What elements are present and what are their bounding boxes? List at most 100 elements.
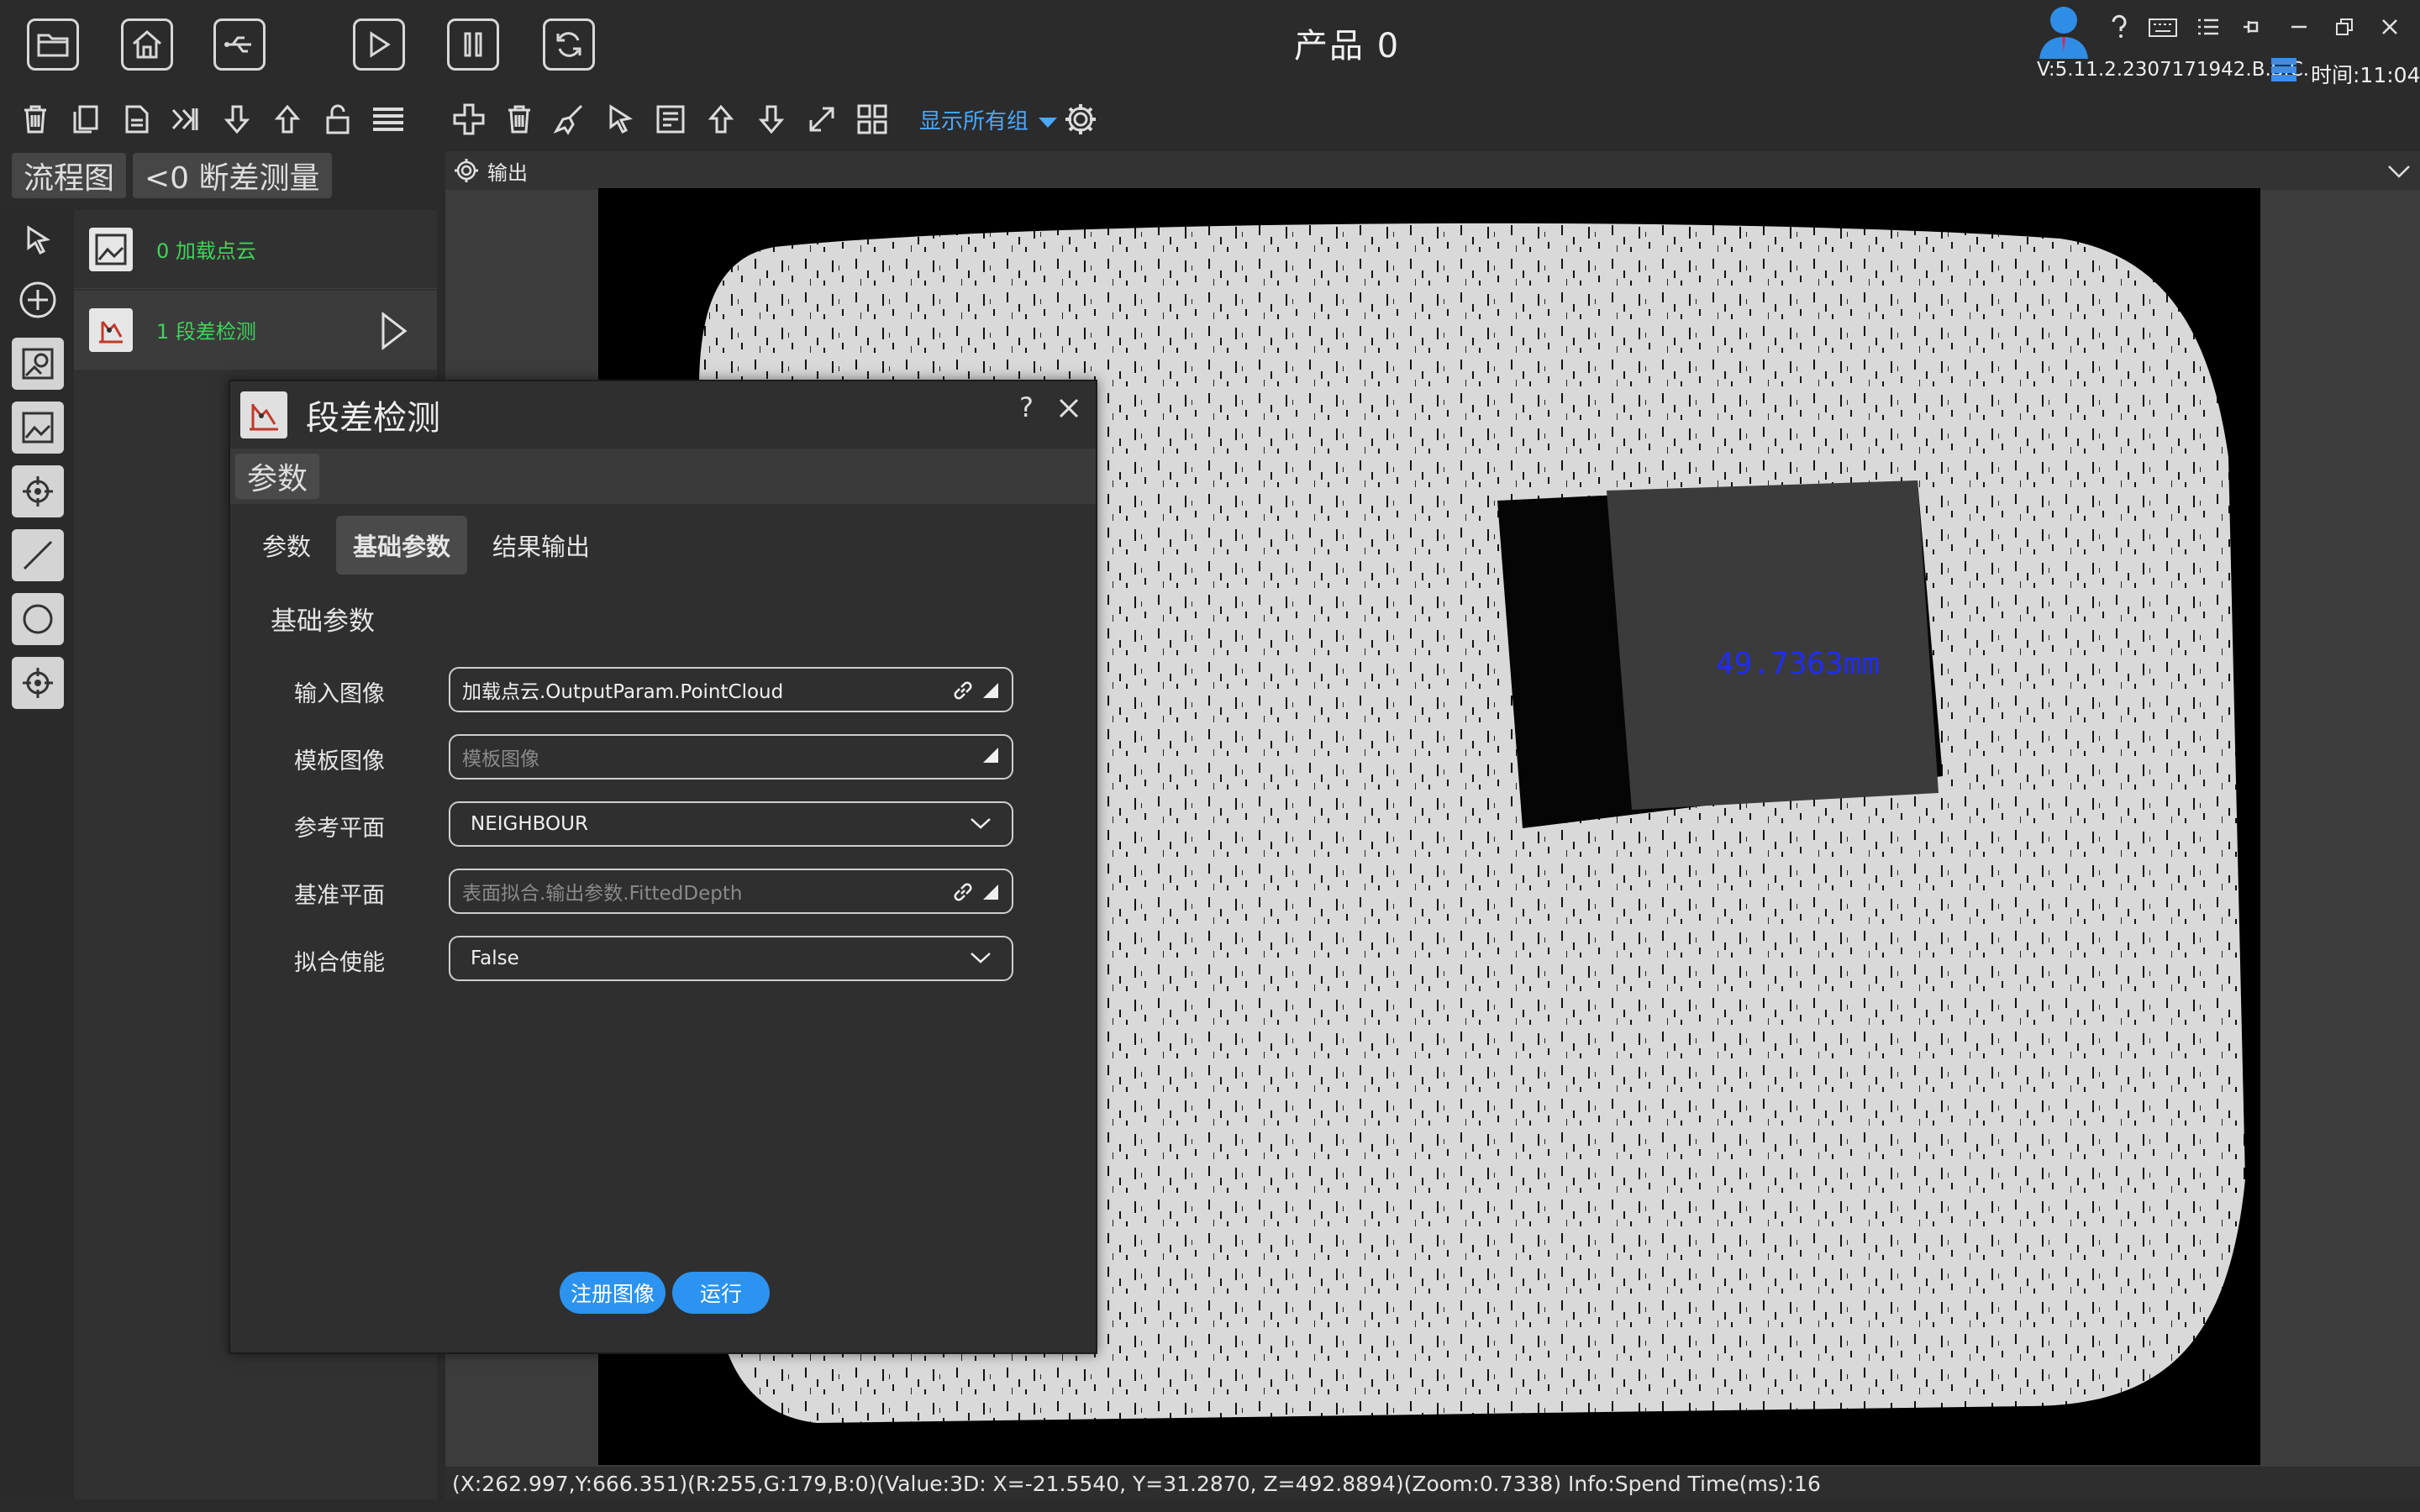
flow-item-step-detection[interactable]: 1 段差检测 — [74, 291, 437, 370]
run-button[interactable] — [353, 18, 405, 71]
locate-tool[interactable] — [12, 465, 64, 517]
group-dropdown-label: 显示所有组 — [919, 109, 1029, 134]
help-button[interactable] — [2104, 12, 2134, 42]
base-plane-field[interactable]: 表面拟合.输出参数.FittedDepth — [449, 869, 1013, 914]
window-title: 产品 0 — [1294, 27, 1401, 66]
play-icon — [370, 31, 391, 58]
params-group-label: 参数 — [235, 454, 320, 499]
settings-button[interactable] — [1060, 99, 1101, 139]
dialog-help-button[interactable]: ? — [1019, 391, 1034, 423]
dialog-title: 段差检测 — [306, 399, 440, 438]
flow-item-label: 0 加载点云 — [156, 239, 256, 263]
step-detect-icon — [240, 391, 287, 438]
form-icon — [656, 105, 685, 134]
link-icon[interactable] — [951, 880, 975, 904]
pause-button[interactable] — [447, 18, 499, 71]
chevron-down-icon[interactable] — [2386, 163, 2412, 180]
pause-icon — [464, 32, 482, 57]
delete-button[interactable] — [15, 99, 55, 139]
delete-shape-button[interactable] — [499, 99, 539, 139]
run-step-button[interactable] — [378, 311, 408, 354]
broom-icon — [553, 104, 583, 135]
measurement-label: 49.7363mm — [1716, 647, 1881, 681]
grid-button[interactable] — [852, 99, 892, 139]
clear-button[interactable] — [550, 99, 590, 139]
group-dropdown[interactable]: 显示所有组 — [919, 104, 1058, 135]
template-image-field[interactable]: 模板图像 — [449, 734, 1013, 780]
select-button[interactable] — [600, 99, 640, 139]
corner-triangle-icon[interactable] — [981, 681, 1000, 700]
move-down-button[interactable] — [217, 99, 257, 139]
run-dialog-button[interactable]: 运行 — [672, 1272, 770, 1314]
line-tool[interactable] — [12, 529, 64, 581]
reference-plane-select[interactable]: NEIGHBOUR — [449, 801, 1013, 847]
point-cloud-tool[interactable] — [12, 402, 64, 454]
chevron-down-icon — [971, 818, 991, 829]
flow-item-load-pointcloud[interactable]: 0 加载点云 — [74, 210, 437, 289]
dialog-header: 段差检测 — [230, 381, 1096, 449]
server-icon — [2271, 58, 2296, 81]
cursor-icon — [609, 104, 633, 134]
add-shape-button[interactable] — [449, 99, 489, 139]
user-avatar[interactable] — [2033, 2, 2094, 60]
tab-flowchart[interactable]: 流程图 — [12, 153, 127, 198]
landscape-icon — [22, 412, 54, 444]
keyboard-button[interactable] — [2148, 12, 2178, 42]
step-detect-icon — [89, 307, 133, 352]
restore-icon — [2336, 18, 2353, 35]
more-button[interactable] — [368, 99, 408, 139]
usb-button[interactable] — [213, 18, 266, 71]
tab-result-output[interactable]: 结果输出 — [476, 516, 607, 575]
close-icon — [1059, 398, 1079, 418]
tab-bar: 流程图 <0 断差测量 — [12, 153, 332, 198]
dialog-close-button[interactable] — [1054, 393, 1084, 423]
link-icon[interactable] — [951, 679, 975, 702]
base-plane-label: 基准平面 — [294, 883, 385, 909]
copy-button[interactable] — [66, 99, 106, 139]
shape-down-button[interactable] — [751, 99, 792, 139]
close-icon — [2382, 19, 2397, 34]
cursor-icon — [27, 225, 50, 255]
arrow-down-icon — [224, 105, 250, 134]
save-button[interactable] — [116, 99, 156, 139]
minimize-button[interactable] — [2284, 12, 2314, 42]
corner-triangle-icon[interactable] — [981, 883, 1000, 901]
plus-icon — [453, 103, 485, 135]
fit-enable-select[interactable]: False — [449, 936, 1013, 981]
pointer-tool[interactable] — [12, 215, 64, 267]
unlock-icon — [326, 104, 350, 134]
lock-button[interactable] — [318, 99, 358, 139]
gear-icon[interactable] — [454, 158, 479, 183]
register-image-button[interactable]: 注册图像 — [560, 1272, 666, 1314]
server-status[interactable] — [2269, 55, 2299, 84]
close-window-button[interactable] — [2375, 12, 2405, 42]
split-button[interactable] — [166, 99, 207, 139]
circle-tool[interactable] — [12, 593, 64, 645]
restore-button[interactable] — [2329, 12, 2360, 42]
form-button[interactable] — [650, 99, 691, 139]
move-up-button[interactable] — [267, 99, 308, 139]
question-icon — [2112, 14, 2127, 38]
calibration-tool[interactable] — [12, 657, 64, 709]
fit-enable-value: False — [471, 948, 519, 969]
corner-triangle-icon[interactable] — [981, 746, 1000, 764]
reference-plane-value: NEIGHBOUR — [471, 813, 588, 835]
keyboard-icon — [2149, 18, 2177, 37]
grid-icon — [857, 104, 887, 134]
menu-button[interactable] — [2193, 12, 2223, 42]
add-tool[interactable] — [12, 274, 64, 326]
play-icon — [381, 311, 408, 351]
open-folder-button[interactable] — [27, 18, 79, 71]
flow-item-label: 1 段差检测 — [156, 320, 256, 344]
image-source-tool[interactable] — [12, 338, 64, 390]
status-text: (X:262.997,Y:666.351)(R:255,G:179,B:0)(V… — [452, 1471, 1821, 1496]
fit-button[interactable] — [802, 99, 842, 139]
home-button[interactable] — [121, 18, 173, 71]
tab-params[interactable]: 参数 — [245, 516, 328, 575]
tab-basic-params[interactable]: 基础参数 — [336, 516, 468, 575]
pin-button[interactable] — [2237, 12, 2267, 42]
shape-up-button[interactable] — [701, 99, 741, 139]
loop-button[interactable] — [543, 18, 595, 71]
input-image-field[interactable]: 加载点云.OutputParam.PointCloud — [449, 667, 1013, 712]
tab-step-measurement[interactable]: <0 断差测量 — [133, 153, 332, 198]
